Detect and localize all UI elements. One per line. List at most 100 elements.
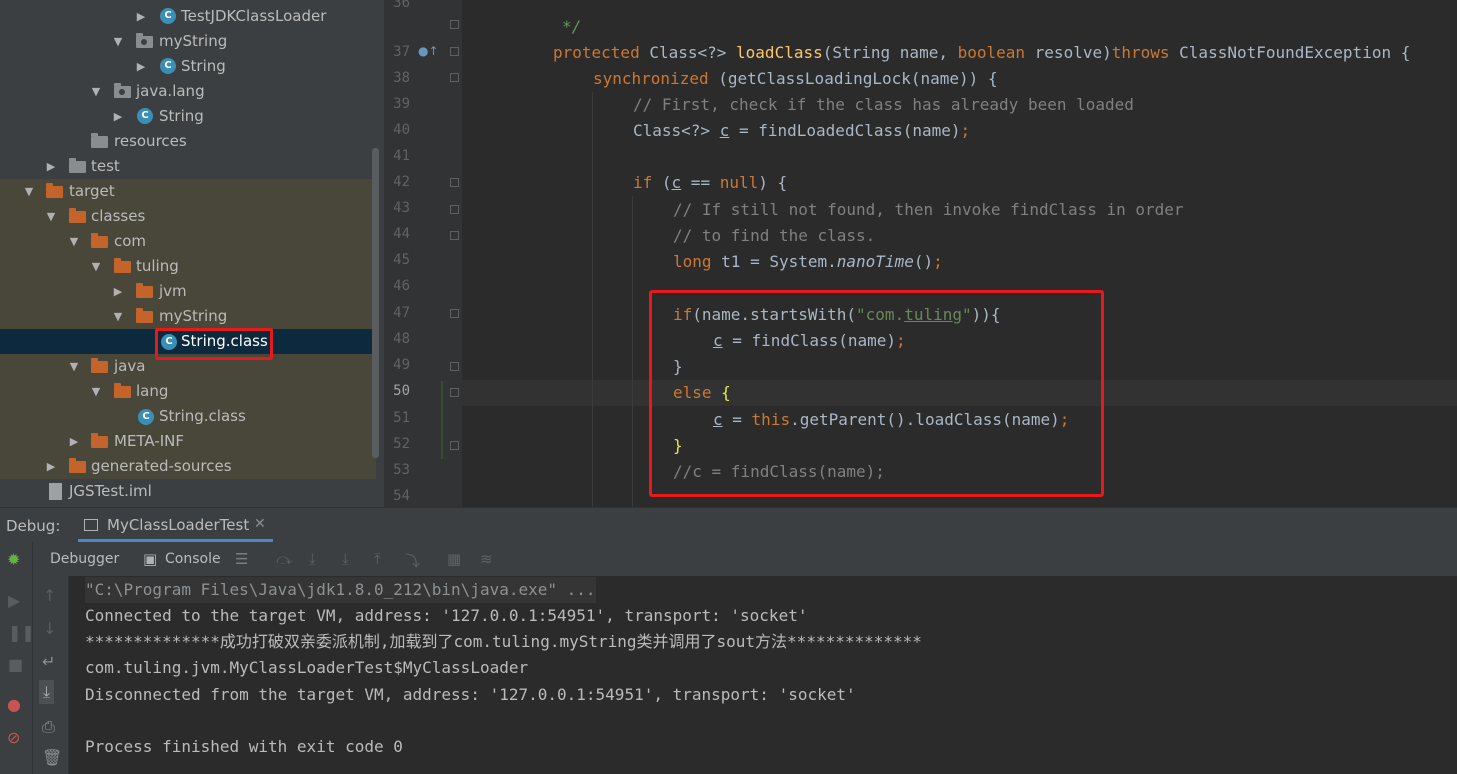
step-into-icon[interactable]: ⤓ [342, 550, 349, 568]
fold-marker-icon[interactable] [450, 20, 459, 29]
line-number: 36 [393, 0, 410, 11]
line-number: 48 [393, 331, 410, 347]
tree-item-test[interactable]: ▶ test [0, 154, 376, 179]
trash-icon[interactable]: 🗑 [42, 748, 62, 767]
resume-icon[interactable]: ▶ [8, 591, 20, 610]
fold-marker-icon[interactable] [450, 231, 459, 240]
tree-item-jvm[interactable]: ▶ jvm [0, 279, 376, 304]
debug-side-toolbar: ✹ ▶ ❚❚ ■ ● ⊘ [0, 542, 35, 774]
line-number: 52 [393, 436, 410, 452]
fold-marker-icon[interactable] [450, 205, 459, 214]
code-line-44: // to find the class. [673, 226, 876, 245]
code-editor[interactable]: 36 37 38 39 40 41 42 43 44 45 46 47 48 4… [384, 0, 1457, 507]
tree-item-target[interactable]: ▼ target [0, 179, 376, 204]
menu-icon[interactable]: ☰ [235, 550, 248, 568]
mute-breakpoints-icon[interactable]: ⊘ [7, 728, 20, 747]
override-method-icon[interactable]: ●↑ [418, 44, 439, 58]
console-tab[interactable]: Console [165, 542, 221, 576]
fold-marker-icon[interactable] [450, 47, 459, 56]
expand-arrow-icon[interactable]: ▶ [111, 104, 125, 129]
tree-item-resources[interactable]: resources [0, 129, 376, 154]
run-to-cursor-icon[interactable]: ⤵ [405, 550, 420, 571]
tree-item-jgstest-iml[interactable]: JGSTest.iml [0, 479, 376, 504]
collapse-arrow-icon[interactable]: ▼ [89, 254, 103, 279]
collapse-arrow-icon[interactable]: ▼ [44, 204, 58, 229]
indent-guide [592, 92, 593, 507]
tree-item-classes[interactable]: ▼ classes [0, 204, 376, 229]
step-over-icon[interactable]: ⤓ [309, 550, 316, 568]
tree-item-label: String.class [159, 407, 246, 425]
expand-arrow-icon[interactable]: ▶ [44, 454, 58, 479]
console-line: com.tuling.jvm.MyClassLoaderTest$MyClass… [85, 658, 529, 677]
code-line-40: Class<?> c = findLoadedClass(name); [633, 121, 971, 140]
code-line-43: // If still not found, then invoke findC… [673, 200, 1184, 219]
fold-marker-icon[interactable] [450, 178, 459, 187]
class-icon: C [160, 8, 176, 24]
scroll-to-end-icon[interactable]: ⤓ [39, 680, 55, 704]
rerun-debug-icon[interactable]: ✹ [7, 550, 20, 569]
line-number: 43 [393, 200, 410, 216]
debugger-tab[interactable]: Debugger [50, 542, 119, 576]
collapse-arrow-icon[interactable]: ▼ [89, 379, 103, 404]
tree-item-testjdkclassloader[interactable]: ▶ C TestJDKClassLoader [0, 4, 376, 29]
trace-icon[interactable]: ≋ [480, 550, 493, 568]
tree-item-label: String [159, 107, 204, 125]
fold-marker-icon[interactable] [450, 362, 459, 371]
collapse-arrow-icon[interactable]: ▼ [111, 304, 125, 329]
up-arrow-icon[interactable]: ↑ [43, 586, 56, 605]
editor-gutter: 36 37 38 39 40 41 42 43 44 45 46 47 48 4… [384, 0, 462, 507]
expand-arrow-icon[interactable]: ▶ [111, 279, 125, 304]
line-number: 53 [393, 462, 410, 478]
folder-icon [46, 183, 63, 198]
line-number: 44 [393, 226, 410, 242]
expand-arrow-icon[interactable]: ▶ [134, 54, 148, 79]
fold-marker-icon[interactable] [450, 73, 459, 82]
console-line: Process finished with exit code 0 [85, 737, 403, 756]
tree-item-meta-inf[interactable]: ▶ META-INF [0, 429, 376, 454]
soft-wrap-icon[interactable]: ↵ [42, 652, 55, 671]
tree-item-label: myString [159, 32, 228, 50]
tree-item-com[interactable]: ▼ com [0, 229, 376, 254]
code-line-37: protected Class<?> loadClass(String name… [553, 43, 1411, 62]
tree-item-lang-string-class[interactable]: C String.class [0, 404, 376, 429]
tree-item-string-source[interactable]: ▶ C String [0, 54, 376, 79]
expand-arrow-icon[interactable]: ▶ [134, 4, 148, 29]
tree-item-java-lang-string[interactable]: ▶ C String [0, 104, 376, 129]
print-icon[interactable]: ⎙ [42, 717, 55, 737]
collapse-arrow-icon[interactable]: ▼ [67, 354, 81, 379]
line-number: 40 [393, 122, 410, 138]
down-arrow-icon[interactable]: ↓ [43, 619, 56, 638]
evaluate-expression-icon[interactable]: ▦ [447, 550, 461, 568]
tree-item-tuling[interactable]: ▼ tuling [0, 254, 376, 279]
fold-marker-icon[interactable] [450, 441, 459, 450]
line-number: 51 [393, 410, 410, 426]
tree-item-mystring-folder[interactable]: ▼ myString [0, 304, 376, 329]
tree-scrollbar[interactable] [372, 148, 379, 458]
collapse-arrow-icon[interactable]: ▼ [67, 229, 81, 254]
tree-item-generated-sources[interactable]: ▶ generated-sources [0, 454, 376, 479]
line-number-current: 50 [393, 383, 410, 399]
console-output[interactable]: "C:\Program Files\Java\jdk1.8.0_212\bin\… [69, 576, 1457, 774]
debug-session-tab[interactable]: MyClassLoaderTest ✕ [78, 511, 273, 542]
collapse-arrow-icon[interactable]: ▼ [22, 179, 36, 204]
tree-item-mystring-package[interactable]: ▼ myString [0, 29, 376, 54]
collapse-arrow-icon[interactable]: ▼ [89, 79, 103, 104]
fold-marker-icon[interactable] [450, 388, 459, 397]
pause-icon[interactable]: ❚❚ [8, 623, 35, 642]
folder-icon [114, 258, 131, 273]
tree-item-java-lang-package[interactable]: ▼ java.lang [0, 79, 376, 104]
tree-item-lang[interactable]: ▼ lang [0, 379, 376, 404]
show-execution-point-icon[interactable]: ⤼ [276, 550, 292, 568]
fold-marker-icon[interactable] [450, 309, 459, 318]
stop-icon[interactable]: ■ [8, 655, 23, 674]
view-breakpoints-icon[interactable]: ● [7, 695, 21, 714]
expand-arrow-icon[interactable]: ▶ [44, 154, 58, 179]
close-icon[interactable]: ✕ [254, 516, 266, 532]
tree-item-label: String [181, 57, 226, 75]
module-file-icon [49, 483, 62, 500]
folder-icon [69, 158, 86, 173]
expand-arrow-icon[interactable]: ▶ [67, 429, 81, 454]
tree-item-label: test [91, 157, 120, 175]
collapse-arrow-icon[interactable]: ▼ [111, 29, 125, 54]
step-out-icon[interactable]: ⤒ [374, 550, 381, 568]
